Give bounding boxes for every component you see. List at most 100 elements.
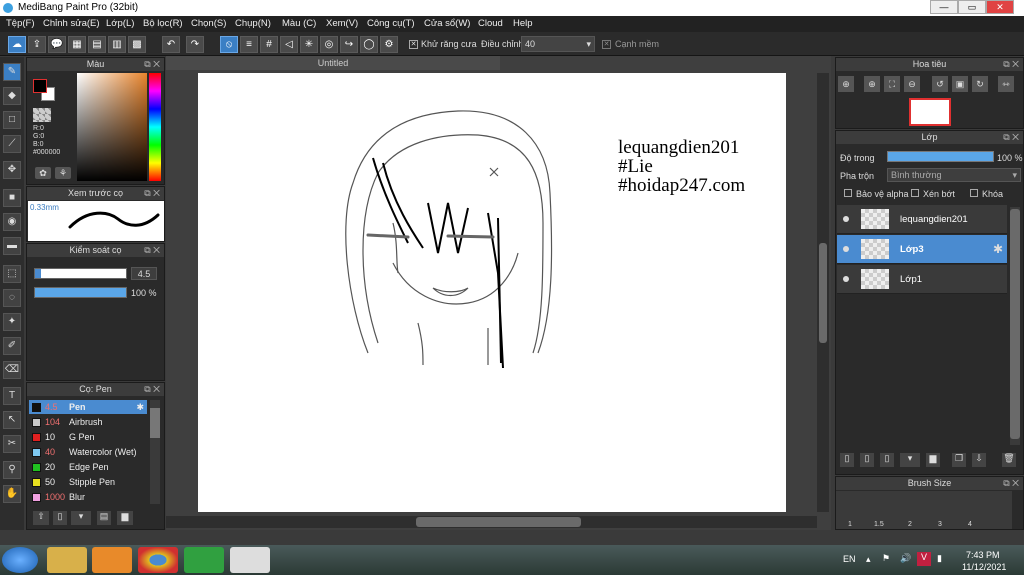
brush-menu-icon[interactable]: ▾ — [71, 511, 91, 525]
explorer-icon[interactable] — [47, 547, 87, 573]
folder-icon[interactable]: ▆ — [117, 511, 133, 525]
lock-checkbox[interactable] — [970, 189, 978, 197]
layer-opacity-slider[interactable] — [887, 151, 994, 162]
medibang-taskbar-icon[interactable] — [230, 547, 270, 573]
size-option-1[interactable]: 1 — [848, 521, 852, 528]
brush-size-slider[interactable] — [34, 268, 127, 279]
comment-icon[interactable]: 💬 — [48, 36, 66, 53]
select-eraser-icon[interactable]: ⌫ — [3, 361, 21, 379]
volume-icon[interactable]: 🔊 — [900, 553, 911, 564]
brush-item-g-pen[interactable]: 10 G Pen — [29, 430, 147, 444]
maximize-button[interactable]: ▭ — [958, 0, 986, 14]
menu-layer[interactable]: Lớp(L) — [106, 18, 134, 29]
divide-tool-icon[interactable]: ✂ — [3, 435, 21, 453]
transparent-swatch[interactable] — [33, 108, 51, 122]
brush-size-value[interactable]: 4.5 — [131, 267, 157, 280]
antialias-checkbox[interactable]: ✕ — [409, 40, 418, 49]
pages-icon[interactable]: ▥ — [108, 36, 126, 53]
select-pen-icon[interactable]: ✐ — [3, 337, 21, 355]
menu-file[interactable]: Tệp(F) — [6, 18, 35, 29]
menu-edit[interactable]: Chỉnh sửa(E) — [43, 18, 100, 29]
actual-size-icon[interactable]: ▣ — [952, 76, 968, 92]
language-indicator[interactable]: EN — [843, 554, 856, 564]
start-button[interactable] — [2, 547, 38, 573]
size-option-1-5[interactable]: 1.5 — [874, 521, 884, 528]
warning-icon[interactable]: ⚑ — [882, 553, 890, 564]
brush-tool-icon[interactable]: ✎ — [3, 63, 21, 81]
lasso-tool-icon[interactable]: ◌ — [3, 289, 21, 307]
parallel-snap-icon[interactable]: ≡ — [240, 36, 258, 53]
merge-layer-icon[interactable]: ⇩ — [972, 453, 986, 467]
add-color-icon[interactable]: ✿ — [35, 167, 51, 179]
new-8bit-layer-icon[interactable]: ▯ — [860, 453, 874, 467]
size-option-3[interactable]: 3 — [938, 521, 942, 528]
grid-icon[interactable]: ▦ — [68, 36, 86, 53]
menu-help[interactable]: Help — [513, 18, 533, 29]
brush-settings-icon[interactable]: ▤ — [97, 511, 111, 525]
layer-row[interactable]: Lớp1 — [837, 265, 1007, 294]
menu-capture[interactable]: Chụp(N) — [235, 18, 271, 29]
circle-snap-icon[interactable]: ◎ — [320, 36, 338, 53]
fit-icon[interactable]: ⛶ — [884, 76, 900, 92]
media-player-icon[interactable] — [92, 547, 132, 573]
radial-snap-icon[interactable]: ✳ — [300, 36, 318, 53]
redo-button[interactable]: ↷ — [186, 36, 204, 53]
vietkey-icon[interactable]: V — [917, 552, 931, 566]
color-sv-picker[interactable] — [77, 73, 147, 181]
brush-item-blur[interactable]: 1000 Blur — [29, 490, 147, 504]
size-option-2[interactable]: 2 — [908, 521, 912, 528]
app-icon[interactable] — [184, 547, 224, 573]
visibility-icon[interactable] — [843, 216, 849, 222]
size-option-4[interactable]: 4 — [968, 521, 972, 528]
layer-scrollbar[interactable] — [1010, 207, 1020, 445]
magic-wand-icon[interactable]: ✦ — [3, 313, 21, 331]
new-layer-icon[interactable]: ▯ — [840, 453, 854, 467]
protect-alpha-checkbox[interactable] — [844, 189, 852, 197]
layer-row[interactable]: Lớp3 ✱ — [837, 235, 1007, 264]
clock-date[interactable]: 11/12/2021 — [962, 562, 1006, 572]
new-brush-icon[interactable]: ▯ — [53, 511, 67, 525]
gradient-tool-icon[interactable]: ▬ — [3, 237, 21, 255]
cross-snap-icon[interactable]: # — [260, 36, 278, 53]
select-tool-icon[interactable]: ⬚ — [3, 265, 21, 283]
cloud-icon[interactable]: ☁ — [8, 36, 26, 53]
eraser-tool-icon[interactable]: ◆ — [3, 87, 21, 105]
navigator-thumbnail[interactable] — [909, 98, 951, 126]
hand-tool-icon[interactable]: ✋ — [3, 485, 21, 503]
horizontal-scrollbar[interactable] — [166, 516, 817, 528]
folder-icon[interactable]: ▆ — [926, 453, 940, 467]
pen-tool-icon[interactable]: ⟋ — [3, 135, 21, 153]
close-button[interactable]: ✕ — [986, 0, 1014, 14]
add-brush-icon[interactable]: ⇧ — [33, 511, 49, 525]
brush-item-edge-pen[interactable]: 20 Edge Pen — [29, 460, 147, 474]
menu-tools[interactable]: Công cụ(T) — [367, 18, 415, 29]
tray-arrow-icon[interactable]: ▴ — [866, 554, 871, 565]
menu-window[interactable]: Cửa sổ(W) — [424, 18, 470, 29]
tile-icon[interactable]: ▩ — [128, 36, 146, 53]
drawing-canvas[interactable]: lequangdien201 #Lie #hoidap247.com — [198, 73, 786, 512]
trash-icon[interactable]: 🗑 — [1002, 453, 1016, 467]
palette-icon[interactable]: ⚘ — [55, 167, 71, 179]
clock-time[interactable]: 7:43 PM — [966, 550, 1000, 560]
gear-icon[interactable]: ✱ — [993, 242, 1003, 256]
clip-checkbox[interactable] — [911, 189, 919, 197]
operation-tool-icon[interactable]: ↖ — [3, 411, 21, 429]
brush-item-watercolor[interactable]: 40 Watercolor (Wet) — [29, 445, 147, 459]
brush-item-pen[interactable]: 4.5 Pen ✱ — [29, 400, 147, 414]
move-tool-icon[interactable]: ✥ — [3, 161, 21, 179]
rotate-right-icon[interactable]: ↻ — [972, 76, 988, 92]
fg-color-swatch[interactable] — [33, 79, 47, 93]
fill-rect-tool-icon[interactable]: ■ — [3, 189, 21, 207]
snap-settings-icon[interactable]: ⚙ — [380, 36, 398, 53]
menu-select[interactable]: Chọn(S) — [191, 18, 226, 29]
document-tab[interactable]: Untitled — [166, 56, 500, 70]
brush-opacity-slider[interactable] — [34, 287, 127, 298]
zoom-out-icon[interactable]: ⊖ — [904, 76, 920, 92]
new-halftone-layer-icon[interactable]: ▯ — [880, 453, 894, 467]
layer-row[interactable]: lequangdien201 — [837, 205, 1007, 234]
eyedropper-tool-icon[interactable]: ⚲ — [3, 461, 21, 479]
visibility-icon[interactable] — [843, 246, 849, 252]
chrome-icon[interactable] — [138, 547, 178, 573]
vanish-snap-icon[interactable]: ◁ — [280, 36, 298, 53]
menu-filter[interactable]: Bộ lọc(R) — [143, 18, 183, 29]
